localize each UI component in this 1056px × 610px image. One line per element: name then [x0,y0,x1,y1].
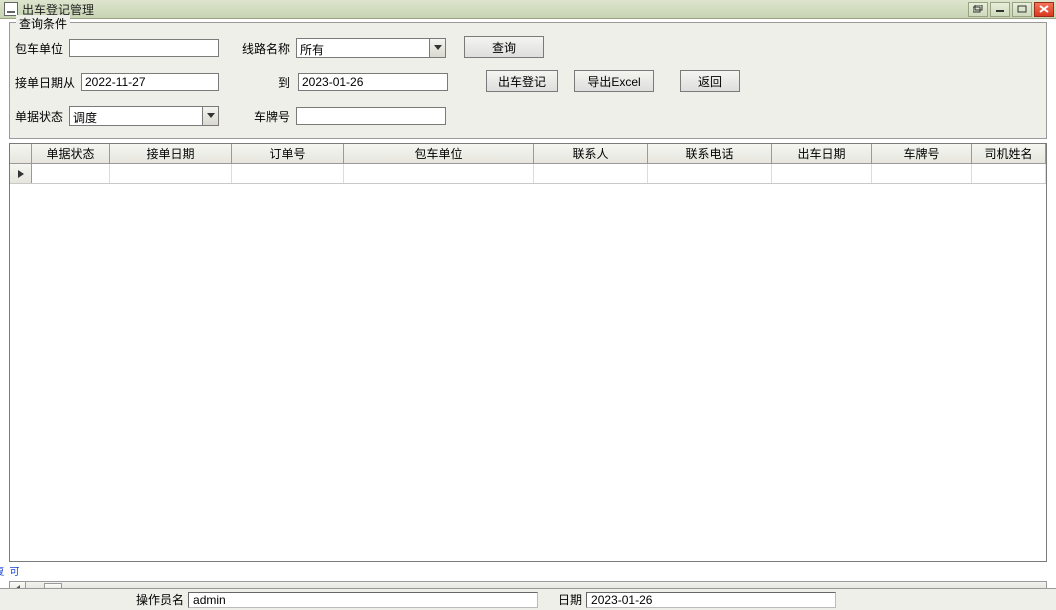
date-to-input[interactable] [298,73,448,91]
operator-label: 操作员名 [136,591,184,608]
back-button[interactable]: 返回 [680,70,740,92]
status-bar: 操作员名 admin 日期 2023-01-26 [0,588,1056,610]
unit-label: 包车单位 [15,40,69,57]
grid-header: 单据状态 接单日期 订单号 包车单位 联系人 联系电话 出车日期 车牌号 司机姓… [10,144,1046,164]
route-label: 线路名称 [242,40,296,57]
date-to-label: 到 [274,74,294,91]
grid-col-plate[interactable]: 车牌号 [872,144,972,163]
grid-col-contact[interactable]: 联系人 [534,144,648,163]
status-select-value: 调度 [73,109,200,126]
plate-input[interactable] [296,107,446,125]
query-legend: 查询条件 [16,15,70,32]
restore-down-button[interactable] [968,2,988,17]
grid-col-phone[interactable]: 联系电话 [648,144,772,163]
plate-label: 车牌号 [254,108,296,125]
route-select-value: 所有 [300,41,427,58]
app-icon [4,2,18,16]
register-button[interactable]: 出车登记 [486,70,558,92]
grid-col-driver[interactable]: 司机姓名 [972,144,1046,163]
status-select[interactable]: 调度 [69,106,219,126]
date-label: 日期 [558,591,582,608]
minimize-button[interactable] [990,2,1010,17]
grid-col-departure-date[interactable]: 出车日期 [772,144,872,163]
chevron-down-icon[interactable] [202,107,218,125]
grid-col-status[interactable]: 单据状态 [32,144,110,163]
grid-col-unit[interactable]: 包车单位 [344,144,534,163]
chevron-down-icon[interactable] [429,39,445,57]
operator-value: admin [188,592,538,608]
date-value: 2023-01-26 [586,592,836,608]
query-panel: 查询条件 包车单位 线路名称 所有 查询 接单日期从 到 出车登记 导出Exce… [9,22,1047,139]
grid-empty-row [10,164,1046,184]
vertical-text-marker: 可复 [9,566,20,581]
unit-input[interactable] [69,39,219,57]
grid-row-indicator [10,164,32,183]
search-button[interactable]: 查询 [464,36,544,58]
grid-col-order-date[interactable]: 接单日期 [110,144,232,163]
grid-row-selector-header [10,144,32,163]
close-button[interactable] [1034,2,1054,17]
export-excel-button[interactable]: 导出Excel [574,70,654,92]
date-from-label: 接单日期从 [15,74,81,91]
route-select[interactable]: 所有 [296,38,446,58]
date-from-input[interactable] [81,73,219,91]
grid-col-order-no[interactable]: 订单号 [232,144,344,163]
maximize-button[interactable] [1012,2,1032,17]
titlebar: 出车登记管理 [0,0,1056,19]
status-label: 单据状态 [15,108,69,125]
data-grid: 单据状态 接单日期 订单号 包车单位 联系人 联系电话 出车日期 车牌号 司机姓… [9,143,1047,562]
